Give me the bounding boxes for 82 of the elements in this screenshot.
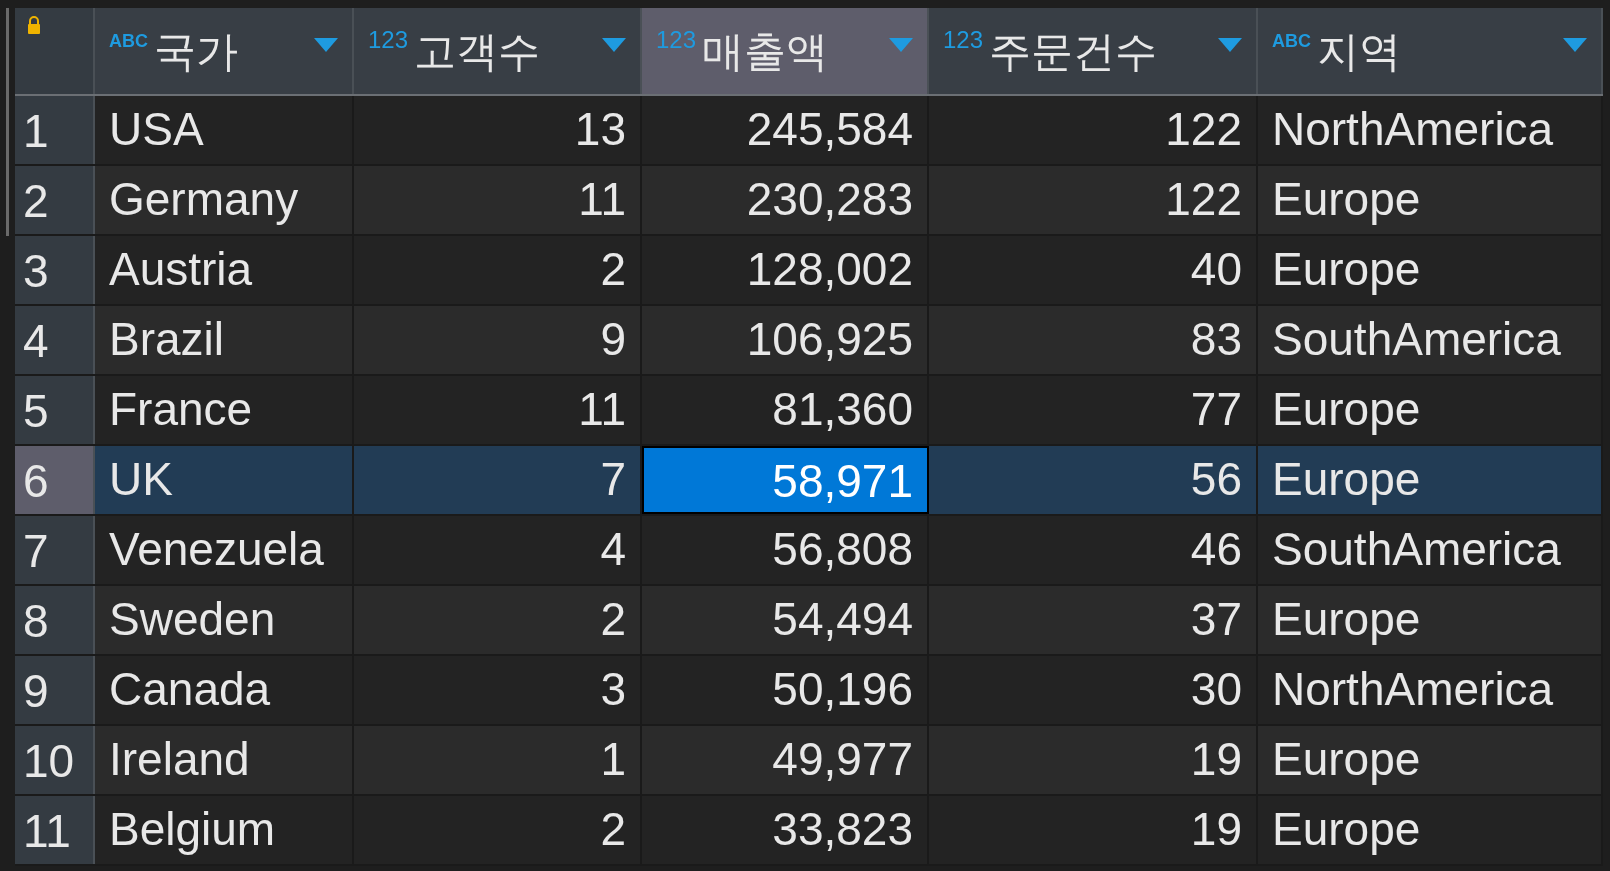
table-cell[interactable]: Europe [1258, 726, 1603, 794]
dropdown-arrow-icon[interactable] [889, 38, 913, 52]
table-cell[interactable]: 19 [929, 796, 1258, 864]
table-cell[interactable]: Europe [1258, 586, 1603, 654]
table-cell[interactable]: 56,808 [642, 516, 929, 584]
row-number[interactable]: 2 [15, 166, 95, 234]
type-label: 123 [656, 28, 697, 52]
table-cell[interactable]: 106,925 [642, 306, 929, 374]
column-title: 주문건수 [989, 26, 1158, 78]
table-cell[interactable]: NorthAmerica [1258, 96, 1603, 164]
table-cell[interactable]: Ireland [95, 726, 354, 794]
table-cell[interactable]: 7 [354, 446, 642, 514]
table-cell[interactable]: Europe [1258, 446, 1603, 514]
row-number[interactable]: 7 [15, 516, 95, 584]
table-cell[interactable]: France [95, 376, 354, 444]
table-cell[interactable]: 56 [929, 446, 1258, 514]
table-cell[interactable]: 30 [929, 656, 1258, 724]
dropdown-arrow-icon[interactable] [1218, 38, 1242, 52]
table-cell[interactable]: 81,360 [642, 376, 929, 444]
row-number[interactable]: 8 [15, 586, 95, 654]
table-cell[interactable]: Europe [1258, 376, 1603, 444]
dropdown-arrow-icon[interactable] [602, 38, 626, 52]
table-cell[interactable]: 245,584 [642, 96, 929, 164]
table-cell[interactable]: Austria [95, 236, 354, 304]
table-cell[interactable]: 50,196 [642, 656, 929, 724]
type-label: ABC [109, 32, 148, 50]
type-label: ABC [1272, 32, 1311, 50]
row-number[interactable]: 10 [15, 726, 95, 794]
row-number[interactable]: 3 [15, 236, 95, 304]
column-title: 고객수 [414, 26, 541, 78]
table-cell[interactable]: 49,977 [642, 726, 929, 794]
table-cell[interactable]: 1 [354, 726, 642, 794]
dropdown-arrow-icon[interactable] [1563, 38, 1587, 52]
table-cell[interactable]: 33,823 [642, 796, 929, 864]
table-cell[interactable]: 4 [354, 516, 642, 584]
table-cell[interactable]: 11 [354, 166, 642, 234]
table-cell[interactable]: NorthAmerica [1258, 656, 1603, 724]
type-label: 123 [368, 28, 409, 52]
table-cell[interactable]: 2 [354, 586, 642, 654]
row-number[interactable]: 5 [15, 376, 95, 444]
table-cell[interactable]: 9 [354, 306, 642, 374]
column-title: 매출액 [702, 26, 829, 78]
row-number[interactable]: 4 [15, 306, 95, 374]
table-cell[interactable]: 2 [354, 796, 642, 864]
table-cell[interactable]: 77 [929, 376, 1258, 444]
column-title: 지역 [1317, 26, 1401, 78]
type-label: 123 [943, 28, 984, 52]
table-cell[interactable]: 11 [354, 376, 642, 444]
table-cell[interactable]: Sweden [95, 586, 354, 654]
table-cell[interactable]: 230,283 [642, 166, 929, 234]
table-cell[interactable]: Europe [1258, 236, 1603, 304]
table-cell[interactable]: 19 [929, 726, 1258, 794]
table-cell[interactable]: 122 [929, 96, 1258, 164]
row-number[interactable]: 11 [15, 796, 95, 864]
table-cell[interactable]: 58,971 [642, 446, 929, 514]
table-cell[interactable]: Belgium [95, 796, 354, 864]
table-cell[interactable]: 2 [354, 236, 642, 304]
table-cell[interactable]: 46 [929, 516, 1258, 584]
table-cell[interactable]: Brazil [95, 306, 354, 374]
table-cell[interactable]: Germany [95, 166, 354, 234]
row-number[interactable]: 9 [15, 656, 95, 724]
table-cell[interactable]: Europe [1258, 166, 1603, 234]
table-cell[interactable]: UK [95, 446, 354, 514]
table-cell[interactable]: SouthAmerica [1258, 516, 1603, 584]
table-cell[interactable]: 37 [929, 586, 1258, 654]
lock-icon [27, 16, 41, 34]
row-number[interactable]: 1 [15, 96, 95, 164]
table-cell[interactable]: Canada [95, 656, 354, 724]
table-cell[interactable]: USA [95, 96, 354, 164]
table-cell[interactable]: 83 [929, 306, 1258, 374]
table-cell[interactable]: Europe [1258, 796, 1603, 864]
dropdown-arrow-icon[interactable] [314, 38, 338, 52]
table-cell[interactable]: 3 [354, 656, 642, 724]
table-cell[interactable]: 40 [929, 236, 1258, 304]
table-cell[interactable]: Venezuela [95, 516, 354, 584]
table-cell[interactable]: 122 [929, 166, 1258, 234]
table-cell[interactable]: 128,002 [642, 236, 929, 304]
table-cell[interactable]: SouthAmerica [1258, 306, 1603, 374]
table-cell[interactable]: 54,494 [642, 586, 929, 654]
column-title: 국가 [154, 26, 238, 78]
row-number[interactable]: 6 [15, 446, 95, 514]
table-cell[interactable]: 13 [354, 96, 642, 164]
